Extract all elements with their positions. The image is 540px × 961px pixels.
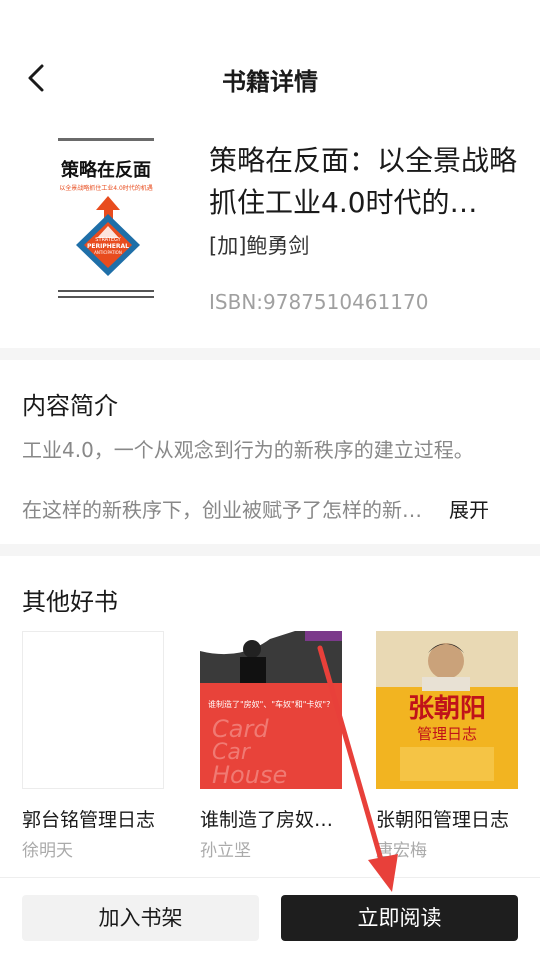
cover-badge-3: ANTICIPATION [94, 250, 122, 255]
section-divider [0, 544, 540, 556]
cover-badge-2: PERIPHERAL [87, 243, 129, 250]
read-now-button[interactable]: 立即阅读 [281, 895, 518, 941]
rec-book-card[interactable]: 郭台铭管理日志 徐明天 [22, 631, 164, 861]
book-isbn: ISBN:9787510461170 [209, 290, 429, 314]
cover-main-title: 策略在反面 [61, 159, 151, 181]
book-author: [加]鲍勇剑 [209, 234, 310, 258]
intro-line-2: 在这样的新秩序下，创业被赋予了怎样的新… [22, 498, 422, 522]
rec-book-cover[interactable] [22, 631, 164, 789]
rec-book-author: 徐明天 [22, 841, 73, 861]
header: 书籍详情 [0, 0, 540, 140]
rec-book-cover[interactable]: 谁制造了"房奴"、"车奴"和"卡奴"? Card Car House [200, 631, 342, 789]
add-to-shelf-button[interactable]: 加入书架 [22, 895, 259, 941]
page-title: 书籍详情 [222, 68, 318, 96]
rec-cover-text-2: 管理日志 [417, 725, 477, 743]
cover-top-text: 以全景战略抓住工业4.0时代的机遇 [59, 184, 153, 192]
rec-cover-text-4: House [212, 761, 287, 789]
book-title: 策略在反面：以全景战略抓住工业4.0时代的… [209, 144, 518, 219]
rec-cover-text-1: 谁制造了"房奴"、"车奴"和"卡奴"? [208, 699, 330, 709]
rec-book-author: 孙立坚 [200, 841, 251, 861]
intro-line-1: 工业4.0，一个从观念到行为的新秩序的建立过程。 [22, 438, 474, 462]
rec-cover-text-1: 张朝阳 [408, 693, 486, 724]
book-cover[interactable]: 策略在反面 以全景战略抓住工业4.0时代的机遇 STRATEGY PERIPHE… [48, 130, 164, 308]
rec-book-author: 唐宏梅 [376, 841, 427, 861]
rec-book-card[interactable]: 张朝阳 管理日志 张朝阳管理日志 唐宏梅 [376, 631, 518, 861]
rec-cover-text-2: Card [212, 715, 269, 743]
recommend-title: 其他好书 [22, 588, 118, 616]
rec-book-title: 谁制造了房奴… [200, 809, 334, 831]
rec-book-title: 张朝阳管理日志 [376, 809, 510, 831]
expand-button[interactable]: 展开 [449, 494, 489, 523]
rec-book-cover[interactable]: 张朝阳 管理日志 [376, 631, 518, 789]
rec-book-title: 郭台铭管理日志 [22, 809, 156, 831]
section-divider [0, 348, 540, 360]
rec-book-card[interactable]: 谁制造了"房奴"、"车奴"和"卡奴"? Card Car House 谁制造了房… [200, 631, 342, 861]
intro-title: 内容简介 [22, 392, 118, 420]
